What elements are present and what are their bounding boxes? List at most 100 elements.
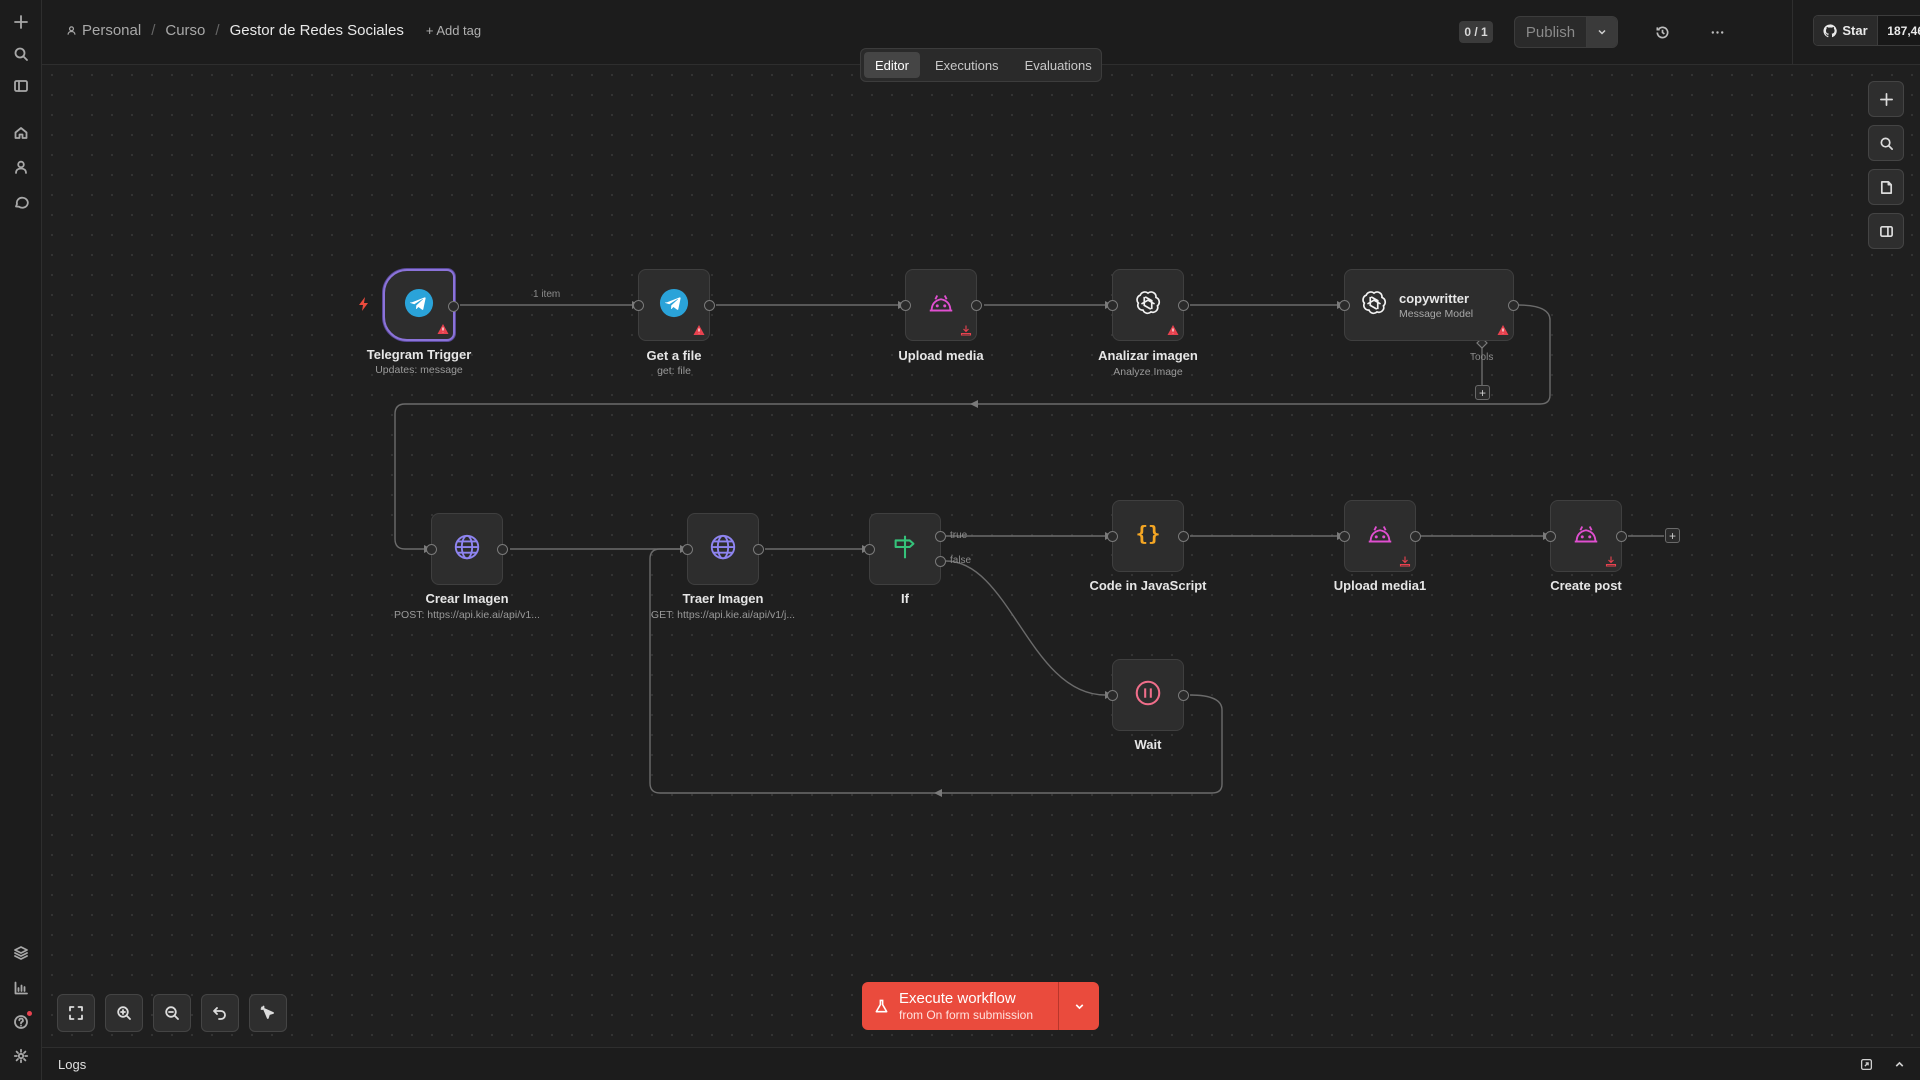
sidebar-toggle-icon[interactable] [9, 74, 33, 98]
true-output-port[interactable] [935, 531, 946, 542]
globe-icon [708, 532, 738, 567]
fit-view-icon [69, 1006, 83, 1020]
output-port[interactable] [1616, 531, 1627, 542]
node-copywritter[interactable]: copywritter Message Model [1339, 269, 1519, 341]
input-port[interactable] [426, 544, 437, 555]
add-tool-button[interactable]: + [1475, 385, 1490, 400]
insights-icon[interactable] [9, 976, 33, 1000]
fit-view-button[interactable] [57, 994, 95, 1032]
node-if[interactable] [864, 513, 946, 585]
node-label: If [901, 591, 909, 606]
output-port[interactable] [1178, 690, 1189, 701]
undo-button[interactable] [201, 994, 239, 1032]
tab-editor[interactable]: Editor [864, 52, 920, 78]
output-port[interactable] [1508, 300, 1519, 311]
warning-icon[interactable] [437, 323, 449, 335]
github-star-button[interactable]: Star [1814, 16, 1878, 45]
false-output-port[interactable] [935, 556, 946, 567]
input-port[interactable] [1545, 531, 1556, 542]
left-rail [0, 0, 42, 1080]
workflow-name[interactable]: Gestor de Redes Sociales [230, 22, 404, 39]
warning-icon[interactable] [1167, 324, 1179, 336]
output-port[interactable] [971, 300, 982, 311]
publish-options-button[interactable] [1587, 17, 1617, 47]
output-port[interactable] [497, 544, 508, 555]
output-port[interactable] [1410, 531, 1421, 542]
search-nodes-button[interactable] [1868, 125, 1904, 161]
node-traer-imagen[interactable] [682, 513, 764, 585]
history-icon[interactable] [1652, 22, 1672, 42]
settings-icon[interactable] [9, 1044, 33, 1068]
home-icon[interactable] [9, 121, 33, 145]
node-get-a-file[interactable] [633, 269, 715, 341]
input-port[interactable] [1107, 531, 1118, 542]
zoom-out-button[interactable] [153, 994, 191, 1032]
pop-out-icon[interactable] [1860, 1058, 1873, 1071]
execute-subtitle: from On form submission [899, 1008, 1034, 1022]
add-node-button[interactable] [1868, 81, 1904, 117]
templates-icon[interactable] [9, 941, 33, 965]
signpost-icon [890, 532, 920, 567]
tab-evaluations[interactable]: Evaluations [1014, 52, 1103, 78]
breadcrumb-owner-label: Personal [82, 22, 142, 39]
version-badge[interactable]: 0 / 1 [1459, 21, 1493, 43]
input-port[interactable] [1339, 531, 1350, 542]
github-star-widget[interactable]: Star 187,469 [1813, 15, 1920, 46]
breadcrumb-owner[interactable]: Personal [66, 22, 141, 39]
output-port[interactable] [704, 300, 715, 311]
input-port[interactable] [633, 300, 644, 311]
node-telegram-trigger[interactable] [383, 269, 459, 341]
zoom-in-icon [117, 1006, 131, 1020]
input-port[interactable] [1107, 300, 1118, 311]
openai-icon [1133, 288, 1163, 323]
input-port[interactable] [864, 544, 875, 555]
more-options-icon[interactable] [1707, 22, 1727, 42]
upload-post-icon [1571, 519, 1601, 554]
sticky-note-button[interactable] [1868, 169, 1904, 205]
warning-icon[interactable] [1497, 324, 1509, 336]
toggle-panel-button[interactable] [1868, 213, 1904, 249]
node-analizar-imagen[interactable] [1107, 269, 1189, 341]
person-icon [67, 26, 76, 35]
github-star-count: 187,469 [1878, 16, 1920, 45]
node-subtitle: GET: https://api.kie.ai/api/v1/j... [650, 609, 796, 621]
output-port[interactable] [448, 301, 459, 312]
pause-icon [1133, 678, 1163, 713]
logs-panel-bar[interactable]: Logs [42, 1047, 1920, 1080]
header-divider [1792, 0, 1793, 65]
github-icon [1823, 23, 1838, 37]
publish-button[interactable]: Publish [1515, 17, 1587, 47]
zoom-in-button[interactable] [105, 994, 143, 1032]
input-port[interactable] [900, 300, 911, 311]
add-icon[interactable] [9, 10, 33, 34]
output-port[interactable] [753, 544, 764, 555]
user-icon[interactable] [9, 155, 33, 179]
tab-executions[interactable]: Executions [924, 52, 1010, 78]
code-braces-icon: {} [1133, 519, 1163, 554]
help-icon[interactable] [9, 1010, 33, 1034]
chevron-up-icon[interactable] [1893, 1058, 1906, 1071]
input-port[interactable] [682, 544, 693, 555]
node-subtitle: Updates: message [375, 364, 463, 376]
output-port[interactable] [1178, 300, 1189, 311]
node-code-javascript[interactable]: {} [1107, 500, 1189, 572]
node-create-post[interactable] [1545, 500, 1627, 572]
node-upload-media[interactable] [900, 269, 982, 341]
execute-trigger-select-button[interactable] [1058, 982, 1099, 1030]
node-wait[interactable] [1107, 659, 1189, 731]
add-next-node-button[interactable]: + [1665, 528, 1680, 543]
warning-icon[interactable] [693, 324, 705, 336]
node-crear-imagen[interactable] [426, 513, 508, 585]
output-port[interactable] [1178, 531, 1189, 542]
chat-icon[interactable] [9, 190, 33, 214]
add-tag-button[interactable]: + Add tag [426, 23, 481, 38]
input-port[interactable] [1339, 300, 1350, 311]
workflow-canvas[interactable] [42, 65, 1920, 1047]
tidy-up-button[interactable] [249, 994, 287, 1032]
node-upload-media1[interactable] [1339, 500, 1421, 572]
input-port[interactable] [1107, 690, 1118, 701]
svg-text:{}: {} [1136, 521, 1161, 545]
search-icon[interactable] [9, 42, 33, 66]
breadcrumb-project[interactable]: Curso [165, 22, 205, 39]
execute-workflow-button[interactable]: Execute workflow from On form submission [862, 982, 1058, 1030]
